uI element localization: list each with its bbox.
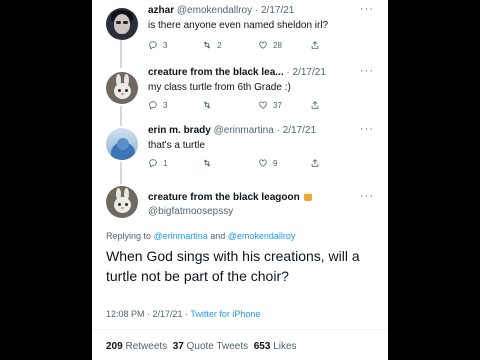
- quotes-count: 37: [172, 341, 184, 352]
- display-name[interactable]: creature from the black lea...: [148, 67, 284, 78]
- avatar[interactable]: [106, 8, 138, 40]
- share-button[interactable]: [310, 100, 320, 110]
- client-link[interactable]: Twitter for iPhone: [190, 309, 260, 319]
- share-button[interactable]: [310, 158, 320, 168]
- likes-count: 653: [253, 341, 271, 352]
- display-name[interactable]: azhar: [148, 5, 174, 16]
- retweet-button[interactable]: 2: [202, 40, 221, 50]
- tweet-thread-panel: azhar @emokendallroy · 2/17/21 ··· is th…: [92, 0, 388, 360]
- likes-label: Likes: [273, 341, 297, 352]
- reply-count: 1: [163, 158, 168, 168]
- more-options-icon[interactable]: ···: [360, 123, 374, 135]
- tweet-erin[interactable]: erin m. brady @erinmartina · 2/17/21 ···…: [92, 120, 388, 178]
- retweet-button[interactable]: [202, 100, 212, 110]
- tweet-header: erin m. brady @erinmartina · 2/17/21: [148, 125, 316, 136]
- tweet-header: azhar @emokendallroy · 2/17/21: [148, 5, 294, 16]
- tweet-header: creature from the black leagoon: [148, 192, 312, 203]
- heart-icon: [259, 101, 267, 109]
- heart-icon: [259, 159, 267, 167]
- like-count: 37: [273, 100, 282, 110]
- like-count: 28: [273, 40, 282, 50]
- likes-stat[interactable]: 653 Likes: [254, 341, 297, 352]
- user-handle[interactable]: @erinmartina: [214, 125, 274, 136]
- retweets-label: Retweets: [125, 341, 168, 352]
- divider: [92, 329, 388, 330]
- tweet-text: my class turtle from 6th Grade :): [148, 82, 291, 93]
- avatar[interactable]: [106, 186, 138, 218]
- replying-prefix: Replying to: [106, 231, 152, 241]
- more-options-icon[interactable]: ···: [360, 190, 374, 202]
- main-tweet-text: When God sings with his creations, will …: [106, 248, 360, 284]
- tweet-azhar[interactable]: azhar @emokendallroy · 2/17/21 ··· is th…: [92, 0, 388, 62]
- retweet-button[interactable]: [202, 158, 212, 168]
- mention-link[interactable]: @erinmartina: [154, 231, 208, 241]
- replying-to: Replying to @erinmartina and @emokendall…: [106, 231, 295, 241]
- display-name[interactable]: creature from the black leagoon: [148, 192, 300, 203]
- user-handle[interactable]: @bigfatmoosepssy: [148, 206, 233, 217]
- reply-button[interactable]: 3: [148, 40, 167, 50]
- reply-count: 3: [163, 40, 168, 50]
- retweet-count: 2: [217, 40, 222, 50]
- tweet-text: is there anyone even named sheldon irl?: [148, 20, 329, 31]
- like-button[interactable]: 9: [258, 158, 277, 168]
- reply-count: 3: [163, 100, 168, 110]
- reply-button[interactable]: 3: [148, 100, 167, 110]
- tweet-meta: 12:08 PM · 2/17/21 · Twitter for iPhone: [106, 309, 260, 319]
- tweet-date[interactable]: · 2/17/21: [255, 5, 294, 16]
- tweet-date[interactable]: · 2/17/21: [286, 67, 325, 78]
- retweets-count: 209: [106, 341, 123, 352]
- more-options-icon[interactable]: ···: [360, 3, 374, 15]
- display-name[interactable]: erin m. brady: [148, 125, 211, 136]
- tweet-text: that's a turtle: [148, 140, 205, 151]
- retweet-icon: [203, 101, 211, 109]
- engagement-stats: 209 Retweets 37 Quote Tweets 653 Likes: [106, 341, 297, 352]
- avatar[interactable]: [106, 128, 138, 160]
- quotes-stat[interactable]: 37 Quote Tweets: [173, 341, 248, 352]
- mention-link[interactable]: @emokendallroy: [228, 231, 296, 241]
- retweets-stat[interactable]: 209 Retweets: [106, 341, 167, 352]
- reply-icon: [149, 101, 157, 110]
- reply-button[interactable]: 1: [148, 158, 167, 168]
- reply-icon: [149, 159, 157, 168]
- beer-emoji-icon: [303, 192, 312, 201]
- avatar[interactable]: [106, 72, 138, 104]
- user-handle-line: @bigfatmoosepssy: [148, 206, 233, 217]
- share-button[interactable]: [310, 40, 320, 50]
- tweet-header: creature from the black lea... · 2/17/21: [148, 67, 326, 78]
- like-button[interactable]: 28: [258, 40, 282, 50]
- tweet-date[interactable]: · 2/17/21: [277, 125, 316, 136]
- retweet-icon: [203, 41, 211, 49]
- heart-icon: [259, 41, 267, 49]
- user-handle[interactable]: @emokendallroy: [177, 5, 252, 16]
- reply-icon: [149, 41, 157, 50]
- more-options-icon[interactable]: ···: [360, 65, 374, 77]
- tweet-timestamp[interactable]: 12:08 PM · 2/17/21 ·: [106, 309, 188, 319]
- tweet-creature[interactable]: creature from the black lea... · 2/17/21…: [92, 62, 388, 120]
- like-count: 9: [273, 158, 278, 168]
- share-icon: [311, 41, 319, 49]
- share-icon: [311, 101, 319, 109]
- replying-and: and: [210, 231, 226, 241]
- like-button[interactable]: 37: [258, 100, 282, 110]
- quotes-label: Quote Tweets: [186, 341, 249, 352]
- share-icon: [311, 159, 319, 167]
- retweet-icon: [203, 159, 211, 167]
